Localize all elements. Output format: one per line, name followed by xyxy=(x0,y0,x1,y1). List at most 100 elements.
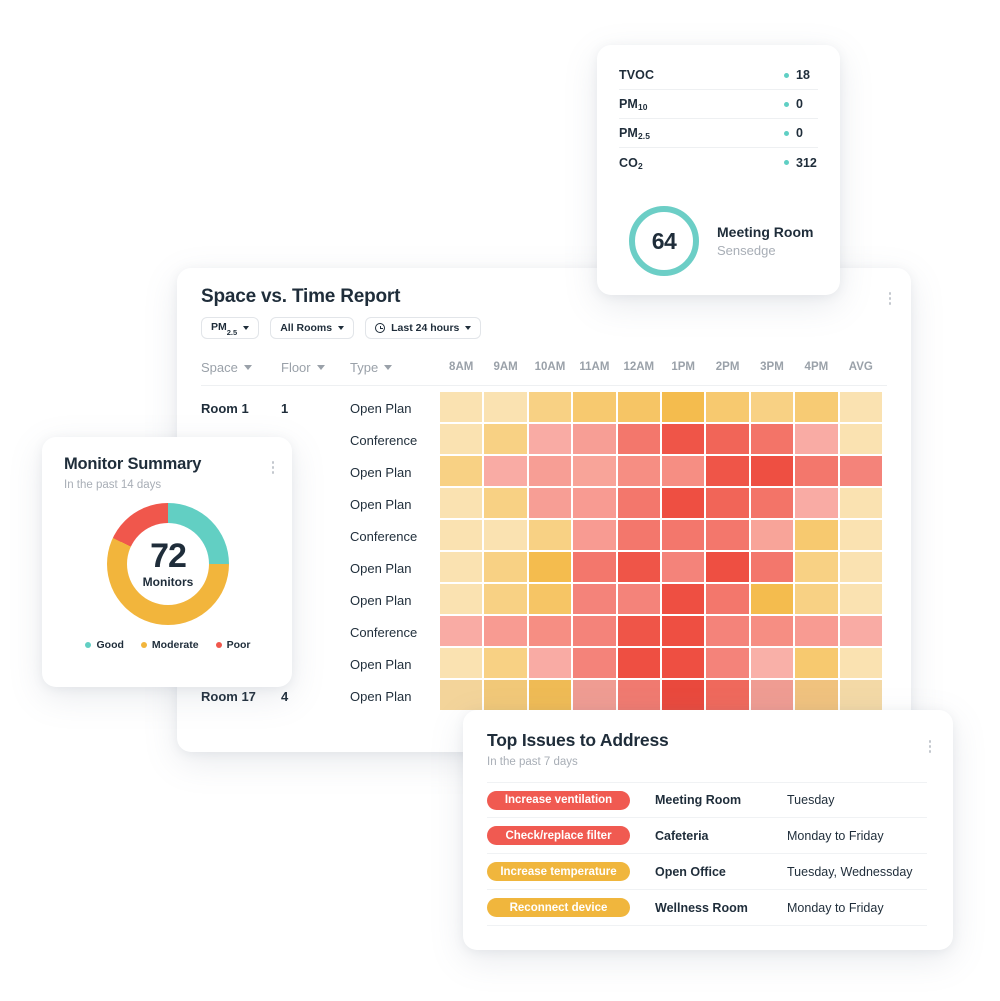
heatmap-cell xyxy=(573,520,616,550)
space-vs-time-title: Space vs. Time Report xyxy=(201,286,401,307)
heatmap-cell xyxy=(706,552,749,582)
heatmap-row xyxy=(440,424,882,454)
status-dot-icon xyxy=(784,101,789,107)
issue-action-badge[interactable]: Increase temperature xyxy=(487,862,630,881)
heatmap-row xyxy=(440,392,882,422)
issue-days: Tuesday xyxy=(787,793,835,807)
heatmap-cell xyxy=(528,488,572,518)
air-quality-metric-row: TVOC 18 xyxy=(619,61,818,90)
heatmap-cell xyxy=(617,616,660,646)
heatmap-cell xyxy=(617,488,660,518)
row-floor-label: 4 xyxy=(281,689,289,704)
air-quality-metric-row: CO2 312 xyxy=(619,148,818,177)
status-dot-icon xyxy=(784,72,789,78)
heatmap-cell xyxy=(573,488,616,518)
metric-subscript: 10 xyxy=(637,102,648,112)
issue-action-badge[interactable]: Increase ventilation xyxy=(487,790,630,810)
heatmap-cell xyxy=(440,392,483,422)
heatmap-cell xyxy=(706,584,749,614)
heatmap-cell xyxy=(484,392,527,422)
heatmap-cell xyxy=(484,616,527,646)
legend-label: Good xyxy=(96,639,124,651)
top-issues-table: Increase ventilation Meeting Room Tuesday C… xyxy=(487,782,927,926)
heatmap-cell xyxy=(839,680,882,710)
issue-room: Wellness Room xyxy=(655,900,748,915)
clock-icon xyxy=(375,323,386,333)
row-type-label: Open Plan xyxy=(350,401,412,416)
heatmap-cell xyxy=(484,488,527,518)
time-column-header: 2PM xyxy=(715,361,740,373)
heatmap-cell xyxy=(617,456,660,486)
heatmap-cell xyxy=(484,552,527,582)
row-floor-label: 1 xyxy=(281,401,289,416)
air-quality-metric-label: TVOC xyxy=(619,68,655,82)
heatmap-cell xyxy=(528,680,572,710)
heatmap-cell xyxy=(440,680,483,710)
air-quality-score: 64 xyxy=(651,227,677,254)
heatmap-cell xyxy=(661,584,705,614)
header-divider xyxy=(201,385,887,386)
heatmap-cell xyxy=(528,520,572,550)
top-issue-row: Increase temperature Open Office Tuesday, … xyxy=(487,854,927,890)
space-vs-time-menu-icon[interactable] xyxy=(888,292,891,305)
heatmap-cell xyxy=(839,520,882,550)
heatmap-cell xyxy=(484,456,527,486)
column-header-floor[interactable]: Floor xyxy=(281,360,325,375)
air-quality-metric-label: PM10 xyxy=(619,97,648,112)
legend-item: Poor xyxy=(215,639,251,651)
filter-pill-all-rooms[interactable]: All Rooms xyxy=(270,317,355,339)
heatmap-cell xyxy=(795,584,838,614)
top-issues-menu-icon[interactable] xyxy=(928,740,931,753)
heatmap-cell xyxy=(484,648,527,678)
heatmap-cell xyxy=(528,648,572,678)
heatmap-cell xyxy=(750,616,794,646)
air-quality-metric-value-wrap: 18 xyxy=(784,68,818,82)
heatmap-cell xyxy=(484,584,527,614)
column-header-space-label: Space xyxy=(201,360,238,375)
heatmap-cell xyxy=(484,680,527,710)
legend-color-swatch xyxy=(215,642,222,648)
heatmap-cell xyxy=(617,552,660,582)
heatmap-cell xyxy=(795,552,838,582)
issue-action-badge[interactable]: Check/replace filter xyxy=(487,826,630,845)
filter-pill-pm[interactable]: PM2.5 xyxy=(201,317,260,339)
filter-pill-last-24-hours[interactable]: Last 24 hours xyxy=(365,317,482,339)
air-quality-card: TVOC 18 PM10 0 PM2.5 0 CO2 312 64 Meeting Room … xyxy=(597,45,840,295)
heatmap-cell xyxy=(617,680,660,710)
row-type-label: Open Plan xyxy=(350,657,412,672)
heatmap-row xyxy=(440,616,882,646)
heatmap-cell xyxy=(440,552,483,582)
monitor-summary-menu-icon[interactable] xyxy=(271,461,274,474)
column-header-space[interactable]: Space xyxy=(201,360,252,375)
air-quality-metric-value: 0 xyxy=(796,97,803,111)
heatmap-cell xyxy=(661,648,705,678)
time-column-header: 10AM xyxy=(534,361,566,373)
time-column-header: 9AM xyxy=(493,361,518,373)
heatmap-cell xyxy=(795,456,838,486)
heatmap-cell xyxy=(528,584,572,614)
legend-color-swatch xyxy=(140,642,147,648)
issue-days: Tuesday, Wednessday xyxy=(787,864,913,879)
heatmap-cell xyxy=(528,424,572,454)
issue-room: Meeting Room xyxy=(655,793,742,807)
heatmap-row xyxy=(440,584,882,614)
heatmap-cell xyxy=(440,424,483,454)
heatmap-cell xyxy=(839,616,882,646)
air-quality-metric-value: 18 xyxy=(796,68,810,82)
air-quality-metric-row: PM10 0 xyxy=(619,90,818,119)
legend-label: Moderate xyxy=(151,639,199,651)
filter-subscript: 2.5 xyxy=(226,328,238,338)
row-type-label: Open Plan xyxy=(350,689,412,704)
legend-item: Good xyxy=(85,639,124,651)
chevron-down-icon xyxy=(338,326,345,330)
row-type-label: Conference xyxy=(350,433,418,448)
issue-action-badge[interactable]: Reconnect device xyxy=(487,898,630,917)
heatmap-cell xyxy=(795,392,838,422)
heatmap-row xyxy=(440,520,882,550)
chevron-down-icon xyxy=(243,326,250,330)
heatmap-cell xyxy=(795,488,838,518)
column-header-type[interactable]: Type xyxy=(350,360,393,375)
row-type-label: Conference xyxy=(350,625,418,640)
chevron-down-icon xyxy=(243,365,252,370)
air-quality-metric-label: PM2.5 xyxy=(619,126,651,141)
